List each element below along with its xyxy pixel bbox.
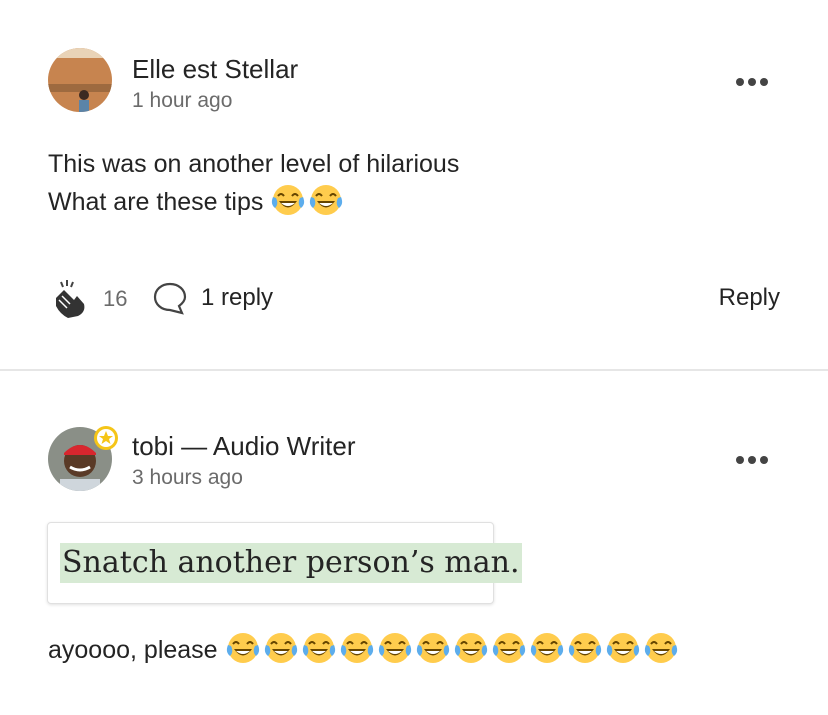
replies-link[interactable]: 1 reply <box>201 284 273 312</box>
comment-line-text: What are these tips <box>48 188 264 216</box>
face-with-tears-of-joy-emoji <box>529 630 565 666</box>
face-with-tears-of-joy-emoji <box>339 630 375 666</box>
comment-timestamp: 3 hours ago <box>132 466 243 489</box>
face-with-tears-of-joy-emoji <box>377 630 413 666</box>
comment-1: Elle est Stellar 1 hour ago This was on … <box>0 0 828 370</box>
face-with-tears-of-joy-emoji <box>263 630 299 666</box>
comment-actions: 16 1 reply Reply <box>0 278 828 318</box>
comment-body: ayoooo, please <box>48 630 681 668</box>
face-with-tears-of-joy-emoji <box>308 182 344 218</box>
face-with-tears-of-joy-emoji <box>225 630 261 666</box>
comment-body: This was on another level of hilarious W… <box>48 146 459 220</box>
emoji-group <box>270 182 346 220</box>
comment-line: This was on another level of hilarious <box>48 150 460 178</box>
clap-icon[interactable] <box>50 278 92 320</box>
face-with-tears-of-joy-emoji <box>567 630 603 666</box>
member-star-badge-icon <box>93 425 119 451</box>
face-with-tears-of-joy-emoji <box>491 630 527 666</box>
comment-timestamp: 1 hour ago <box>132 89 233 112</box>
more-horizontal-icon[interactable] <box>734 448 770 472</box>
comment-line: What are these tips <box>48 182 459 220</box>
comment-author[interactable]: Elle est Stellar <box>132 54 298 85</box>
emoji-group <box>225 630 681 668</box>
divider <box>0 369 828 371</box>
speech-bubble-icon[interactable] <box>152 280 188 316</box>
reply-button[interactable]: Reply <box>719 284 780 312</box>
face-with-tears-of-joy-emoji <box>453 630 489 666</box>
comment-author[interactable]: tobi — Audio Writer <box>132 431 356 462</box>
face-with-tears-of-joy-emoji <box>643 630 679 666</box>
highlighted-quote[interactable]: Snatch another person’s man. <box>47 522 522 604</box>
avatar[interactable] <box>48 48 112 112</box>
face-with-tears-of-joy-emoji <box>415 630 451 666</box>
clap-count: 16 <box>103 286 128 311</box>
face-with-tears-of-joy-emoji <box>301 630 337 666</box>
face-with-tears-of-joy-emoji <box>605 630 641 666</box>
quote-text: Snatch another person’s man. <box>60 543 522 583</box>
more-horizontal-icon[interactable] <box>734 70 770 94</box>
face-with-tears-of-joy-emoji <box>270 182 306 218</box>
comment-text: ayoooo, please <box>48 636 218 664</box>
